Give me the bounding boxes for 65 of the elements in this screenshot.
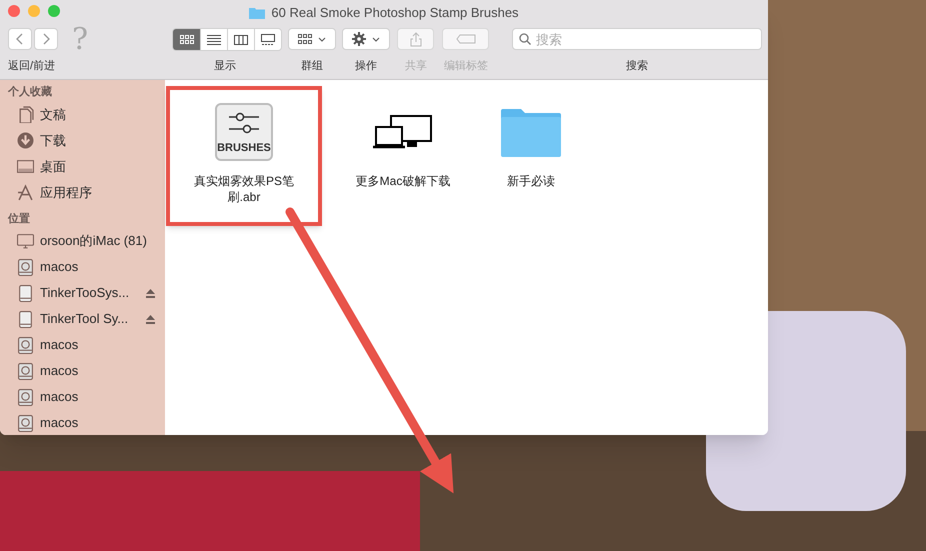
back-button[interactable] [8,28,32,50]
list-view-icon [207,34,221,46]
volume-icon [17,310,34,328]
laptop-and-monitor-icon [373,115,433,149]
sidebar-item[interactable]: macos [40,361,155,381]
app-store-icon [17,184,34,201]
file-tile[interactable]: 新手必读 [467,86,595,226]
volume-icon [17,284,34,302]
gear-icon [352,32,366,46]
caret-icon [372,36,380,42]
search-field[interactable]: 搜索 [512,28,762,50]
window-title: 60 Real Smoke Photoshop Stamp Brushes [271,4,519,22]
file-tile[interactable]: BRUSHES 真实烟雾效果PS笔刷.abr [166,86,322,226]
action-dropdown[interactable] [342,28,390,50]
toolbar-label: 操作 [354,59,378,74]
toolbar-label: 共享 [404,58,428,74]
file-name[interactable]: 新手必读 [471,173,591,189]
share-icon [410,32,422,46]
sidebar-item[interactable]: macos [40,257,155,277]
section-title: 个人收藏 [6,84,53,100]
folder-icon [501,107,561,157]
chevron-left-icon [16,33,24,45]
gallery-view-icon [261,34,275,46]
forward-button[interactable] [34,28,58,50]
view-button[interactable] [200,29,227,50]
close-button[interactable] [8,5,20,17]
eject-icon[interactable] [146,314,155,324]
tag-icon [456,34,476,44]
toolbar-label: 编辑标签 [443,59,489,74]
toolbar-label: 返回/前进 [8,59,56,74]
columns-view-icon [234,34,248,46]
view-button[interactable] [173,29,200,50]
sidebar-item[interactable]: 应用程序 [40,182,155,202]
search-icon [519,33,531,45]
sidebar-item[interactable]: macos [40,335,155,355]
sidebar-item[interactable]: 桌面 [40,156,155,176]
grid-icon [298,34,312,44]
toolbar-label: 群组 [300,59,324,74]
sidebar-item[interactable]: 文稿 [40,104,155,124]
desktop-icon [17,158,34,175]
sliders-icon [229,112,259,136]
sidebar-item[interactable]: TinkerTooSys... [40,283,140,303]
section-title: 位置 [6,212,31,226]
file-name[interactable]: 真实烟雾效果PS笔刷.abr [184,173,304,205]
file-tile[interactable]: 更多Mac破解下载 [339,86,467,226]
icons-view-icon [180,34,194,46]
eject-icon[interactable] [146,288,155,298]
sidebar-item[interactable]: 下载 [40,130,155,150]
toolbar-label: 显示 [213,59,237,74]
icon-label: BRUSHES [217,140,271,156]
sidebar-item[interactable]: macos [40,387,155,407]
sidebar-item[interactable]: TinkerTool Sy... [40,309,140,329]
download-icon [17,132,34,149]
documents-icon [17,106,34,123]
view-button[interactable] [254,29,281,50]
computer-icon [17,232,34,250]
file-name[interactable]: 更多Mac破解下载 [343,173,463,189]
folder-icon [249,6,266,20]
view-button[interactable] [227,29,254,50]
caret-icon [318,36,326,42]
group-dropdown[interactable] [288,28,336,50]
sidebar-item[interactable]: macos [40,413,155,433]
sidebar-item[interactable]: orsoon的iMac (81) [40,231,155,251]
toolbar-label: 搜索 [625,58,649,74]
chevron-right-icon [42,33,50,45]
